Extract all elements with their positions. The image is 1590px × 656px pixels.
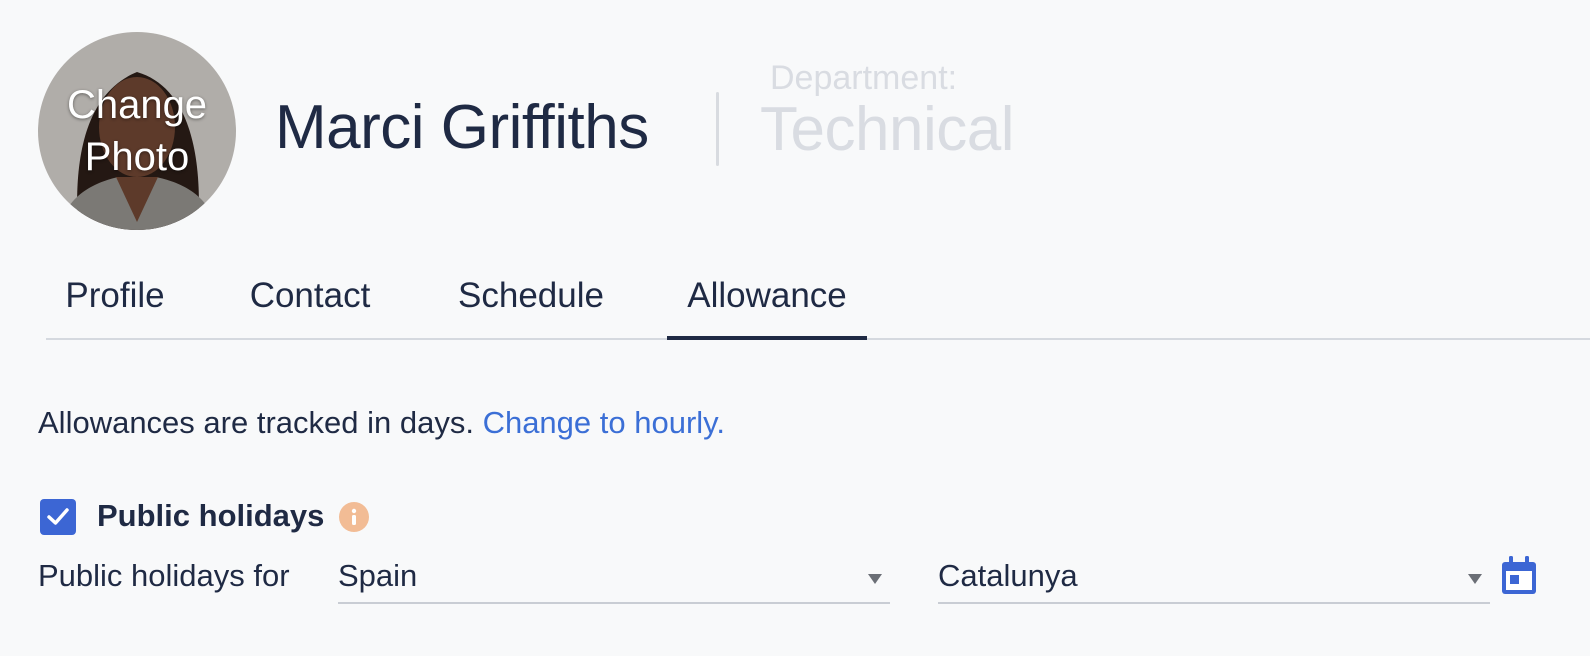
employee-page: Change Photo Marci Griffiths Department:… — [0, 0, 1590, 656]
tab-bar: Profile Contact Schedule Allowance — [46, 268, 1590, 340]
country-select[interactable]: Spain — [338, 548, 890, 604]
chevron-down-icon — [868, 574, 882, 584]
checkmark-icon — [47, 508, 69, 525]
info-glyph — [351, 508, 357, 525]
department-value: Technical — [760, 95, 1014, 164]
tab-allowance[interactable]: Allowance — [667, 268, 867, 340]
employee-name: Marci Griffiths — [275, 93, 649, 162]
region-select-value: Catalunya — [938, 558, 1078, 593]
tracking-text: Allowances are tracked in days. — [38, 405, 474, 440]
tab-schedule[interactable]: Schedule — [438, 268, 624, 336]
info-icon[interactable] — [339, 502, 369, 532]
public-holidays-label: Public holidays — [97, 498, 325, 533]
change-photo-label[interactable]: Change Photo — [38, 32, 236, 230]
public-holidays-checkbox[interactable] — [40, 499, 76, 535]
header-divider — [716, 92, 719, 166]
avatar-change-photo[interactable]: Change Photo — [38, 32, 236, 230]
tab-profile[interactable]: Profile — [46, 268, 184, 336]
tracking-notice: Allowances are tracked in days. Change t… — [38, 402, 725, 444]
country-select-value: Spain — [338, 558, 418, 593]
region-select[interactable]: Catalunya — [938, 548, 1490, 604]
calendar-icon[interactable] — [1500, 556, 1538, 596]
chevron-down-icon — [1468, 574, 1482, 584]
change-to-hourly-link[interactable]: Change to hourly. — [483, 405, 725, 440]
tab-contact[interactable]: Contact — [226, 268, 394, 336]
public-holidays-for-label: Public holidays for — [38, 558, 290, 593]
